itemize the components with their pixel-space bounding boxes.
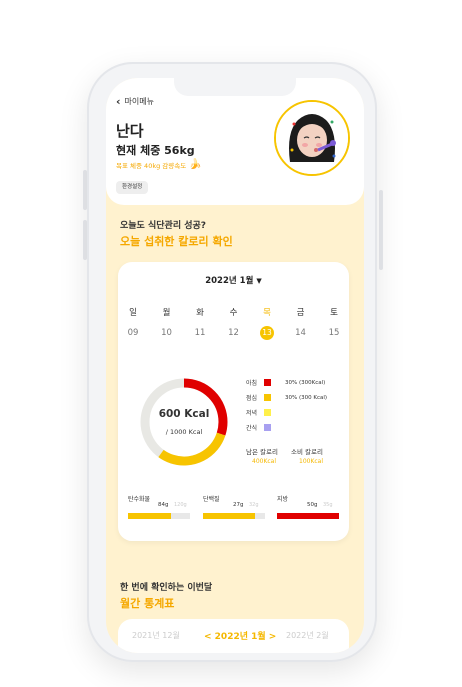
meal-swatch: [264, 409, 271, 416]
nutrient-target: 32g: [249, 502, 259, 508]
nutrient-bar: [128, 513, 190, 519]
power-button: [379, 190, 383, 270]
profile-header: ‹ 마이메뉴 난다 현재 체중 56kg 목표 체중 40kg 감량속도 🍌 환…: [106, 78, 364, 205]
meal-value: 30% (300 Kcal): [285, 394, 328, 401]
prev-month[interactable]: 2021년 12월: [132, 630, 180, 641]
meal-swatch: [264, 379, 271, 386]
avatar[interactable]: [274, 100, 350, 176]
chevron-left-icon: ‹: [116, 95, 121, 108]
day-date: 15: [328, 328, 340, 338]
current-weight: 현재 체중 56kg: [116, 144, 195, 157]
settings-button[interactable]: 환경설정: [116, 181, 149, 194]
meal-label: 저녁: [246, 410, 258, 417]
day-fri[interactable]: 금 14: [289, 306, 313, 340]
donut-segment-lunch: [140, 378, 228, 466]
day-mon[interactable]: 월 10: [155, 306, 179, 340]
meal-row-snack: 간식: [246, 420, 327, 435]
meal-legend: 아침 30% (300Kcal) 점심 30% (300 Kcal) 저녁 간식: [246, 375, 327, 435]
day-name: 수: [229, 308, 238, 318]
day-name: 금: [296, 308, 305, 318]
nutrient-bar-fill: [203, 513, 256, 519]
month-label: 2022년 1월: [205, 276, 254, 286]
day-name: 월: [162, 308, 171, 318]
burned-calories-value: 100Kcal: [299, 458, 324, 465]
nutrient-label: 단백질: [203, 496, 220, 503]
meal-swatch: [264, 424, 271, 431]
burned-calories-label: 소비 칼로리: [291, 448, 323, 456]
meal-label: 간식: [246, 425, 258, 432]
meal-row-lunch: 점심 30% (300 Kcal): [246, 390, 327, 405]
day-name: 일: [129, 308, 137, 318]
month-selector[interactable]: 2022년 1월 ▼: [118, 274, 349, 286]
phone-notch: [174, 78, 296, 96]
day-date: 10: [161, 328, 172, 338]
calorie-donut-chart: [140, 378, 228, 466]
day-sat[interactable]: 토 15: [322, 306, 346, 340]
today-section-title: 오늘 섭취한 칼로리 확인: [120, 235, 233, 248]
consumed-calories: 600 Kcal: [158, 408, 210, 420]
nutrient-label: 탄수화물: [128, 496, 151, 503]
today-section-subtitle: 오늘도 식단관리 성공?: [120, 221, 207, 231]
next-month[interactable]: 2022년 2월: [286, 630, 329, 641]
nutrient-bar-fill: [277, 513, 339, 519]
current-month[interactable]: < 2022년 1월 >: [204, 629, 276, 642]
day-thu[interactable]: 목 13: [255, 306, 279, 340]
calorie-card: 2022년 1월 ▼ 일 09 월 10 화 11 수 12 목 13 금 14…: [118, 262, 349, 541]
nutrient-target: 35g: [323, 502, 333, 508]
nutrient-bar: [277, 513, 339, 519]
day-name: 토: [330, 308, 338, 318]
nutrient-grams: 27g: [233, 502, 244, 508]
meal-row-dinner: 저녁: [246, 405, 327, 420]
nutrient-bar: [203, 513, 265, 519]
meal-label: 아침: [246, 380, 258, 387]
meal-label: 점심: [246, 395, 258, 402]
nutrient-grams: 84g: [158, 502, 169, 508]
meal-row-breakfast: 아침 30% (300Kcal): [246, 375, 327, 390]
nutrient-bar-fill: [128, 513, 172, 519]
day-date: 14: [295, 328, 306, 338]
day-date-selected: 13: [260, 326, 274, 340]
meal-swatch: [264, 394, 271, 401]
day-date: 09: [127, 328, 139, 338]
monthly-card: 2021년 12월 < 2022년 1월 > 2022년 2월: [118, 619, 349, 653]
remaining-calories-value: 400Kcal: [252, 458, 277, 465]
caret-down-icon: ▼: [256, 277, 262, 285]
day-wed[interactable]: 수 12: [222, 306, 246, 340]
nutrient-label: 지방: [277, 496, 289, 503]
avatar-illustration: [276, 102, 348, 174]
app-screen: ‹ 마이메뉴 난다 현재 체중 56kg 목표 체중 40kg 감량속도 🍌 환…: [106, 78, 364, 653]
goal-weight: 목표 체중 40kg 감량속도 🍌: [116, 159, 202, 170]
nutrient-grams: 50g: [307, 502, 318, 508]
meal-value: 30% (300Kcal): [285, 379, 326, 386]
day-sun[interactable]: 일 09: [121, 306, 145, 340]
remaining-calories-label: 남은 칼로리: [246, 448, 278, 456]
user-name: 난다: [116, 122, 144, 140]
back-label: 마이메뉴: [124, 97, 154, 106]
monthly-section-title: 월간 통계표: [120, 597, 175, 610]
day-date: 12: [228, 328, 239, 338]
day-name: 화: [196, 308, 204, 318]
day-date: 11: [194, 328, 206, 338]
goal-text: 목표 체중 40kg 감량속도: [116, 161, 187, 170]
monthly-section-subtitle: 한 번에 확인하는 이번달: [120, 583, 213, 593]
back-button[interactable]: ‹ 마이메뉴: [116, 96, 154, 107]
banana-icon: 🍌: [189, 159, 202, 170]
day-name: 목: [263, 308, 271, 318]
day-tue[interactable]: 화 11: [188, 306, 212, 340]
goal-calories: / 1000 Kcal: [165, 428, 203, 436]
nutrient-target: 120g: [174, 502, 187, 508]
